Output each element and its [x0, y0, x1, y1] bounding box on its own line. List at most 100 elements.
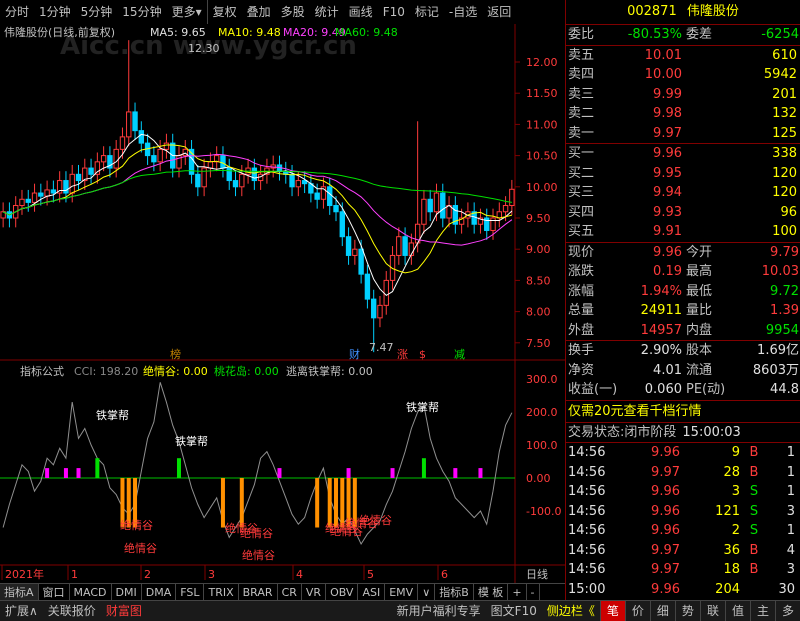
- promo-banner[interactable]: 仅需20元查看千档行情: [566, 401, 800, 423]
- candle-body: [113, 148, 119, 169]
- indicator-tab-7[interactable]: BRAR: [239, 584, 278, 601]
- bid-row-4: 买五 9.91 100: [566, 222, 800, 242]
- indicator-tab-17[interactable]: -: [527, 584, 540, 601]
- quote-value: 1.39: [770, 303, 799, 318]
- quote-value: 14957: [640, 322, 682, 338]
- ask-label: 卖五: [568, 47, 595, 63]
- stock-name: 伟隆股份: [686, 4, 739, 19]
- indicator-axis-label: -100.0: [526, 505, 561, 518]
- tick-price: 9.97: [651, 464, 680, 480]
- candle-body: [50, 189, 57, 194]
- stats-value: 4.01: [653, 362, 682, 378]
- status-bar: 扩展∧ 关联报价 财富图 新用户福利专享 图文F10 侧边栏《笔价细势联值主多: [0, 600, 800, 621]
- indicator-tab-11[interactable]: ASI: [358, 584, 386, 601]
- indicator-tab-4[interactable]: DMA: [142, 584, 177, 601]
- bottom-right-3[interactable]: 势: [674, 601, 700, 621]
- trade-state: 交易状态: 闭市阶段 15:00:03: [566, 423, 800, 443]
- jqg-signal-label: 绝情谷: [242, 548, 275, 562]
- indicator-tab-8[interactable]: CR: [278, 584, 302, 601]
- indicator-tab-2[interactable]: MACD: [70, 584, 112, 601]
- date-label: 3: [208, 568, 215, 581]
- chart-area[interactable]: Aicc.cn www.ygcr.cn 伟隆股份(日线,前复权) MA5: 9.65…: [0, 24, 565, 594]
- candle-body: [239, 173, 245, 188]
- bottom-left-2[interactable]: 财富图: [101, 601, 147, 621]
- bottom-left-1[interactable]: 关联报价: [43, 601, 101, 621]
- indicator-tab-1[interactable]: 窗口: [39, 584, 70, 601]
- toolbar-item-6[interactable]: 叠加: [242, 0, 276, 24]
- bottom-right-4[interactable]: 联: [699, 601, 725, 621]
- date-label: 2: [144, 568, 151, 581]
- quote-row-3: 总量 24911 量比 1.39: [566, 301, 800, 321]
- toolbar-item-11[interactable]: 标记: [410, 0, 444, 24]
- bid-label: 买二: [568, 165, 595, 181]
- toolbar-item-4[interactable]: 更多▾: [167, 0, 207, 24]
- bottom-mid-1[interactable]: 图文F10: [486, 601, 542, 621]
- ask-label: 卖四: [568, 67, 595, 82]
- tick-time: 14:56: [568, 503, 606, 519]
- kline-title: 伟隆股份(日线,前复权): [4, 25, 115, 39]
- bottom-right-5[interactable]: 值: [724, 601, 750, 621]
- toolbar-item-2[interactable]: 5分钟: [76, 0, 118, 24]
- toolbar-item-0[interactable]: 分时: [0, 0, 34, 24]
- bottom-mid-2[interactable]: 侧边栏《: [542, 601, 600, 621]
- event-marker[interactable]: 榜: [170, 347, 181, 361]
- candle-body: [226, 167, 232, 182]
- bid-row-2: 买三 9.94 120: [566, 183, 800, 203]
- toolbar-item-12[interactable]: -自选: [444, 0, 482, 24]
- toolbar-item-7[interactable]: 多股: [276, 0, 310, 24]
- tick-volume: 28: [723, 464, 740, 480]
- indicator-tab-5[interactable]: FSL: [176, 584, 205, 601]
- indicator-tab-3[interactable]: DMI: [112, 584, 142, 601]
- indicator-tab-6[interactable]: TRIX: [204, 584, 239, 601]
- indicator-tab-10[interactable]: OBV: [326, 584, 359, 601]
- toolbar-item-1[interactable]: 1分钟: [34, 0, 76, 24]
- signal-bar-magenta: [346, 468, 351, 478]
- toolbar-item-13[interactable]: 返回: [482, 0, 516, 24]
- tick-row-2: 14:56 9.96 3 S 1: [566, 482, 800, 502]
- indicator-tab-15[interactable]: 模 板: [474, 584, 509, 601]
- bottom-mid-0[interactable]: 新用户福利专享: [392, 601, 486, 621]
- bottom-right-0[interactable]: 笔: [599, 601, 625, 621]
- toolbar-item-3[interactable]: 15分钟: [117, 0, 166, 24]
- indicator-tab-14[interactable]: 指标B: [435, 584, 474, 601]
- quote-value: 10.03: [761, 264, 799, 279]
- ma60-label: MA60: 9.48: [335, 26, 398, 39]
- bottom-right-6[interactable]: 主: [749, 601, 775, 621]
- indicator-tab-16[interactable]: +: [508, 584, 527, 601]
- indicator-tab-13[interactable]: ∨: [418, 584, 436, 601]
- bid-volume: 120: [772, 185, 797, 200]
- stats-value: 1.69亿: [757, 343, 799, 358]
- event-marker[interactable]: 财: [349, 347, 360, 361]
- stats-label: 换手: [568, 343, 595, 358]
- candle-body: [88, 167, 94, 175]
- bottom-right-1[interactable]: 价: [624, 601, 650, 621]
- tlz-label: 逃离铁掌帮: 0.00: [286, 364, 373, 378]
- kline-chart[interactable]: Aicc.cn www.ygcr.cn伟隆股份(日线,前复权) MA5: 9.65…: [0, 24, 565, 584]
- bottom-left-0[interactable]: 扩展∧: [0, 601, 43, 621]
- ask-price: 9.98: [653, 106, 682, 121]
- quote-value: 9.96: [653, 244, 682, 260]
- ask-row-4: 卖一 9.97 125: [566, 124, 800, 144]
- trade-state-label: 交易状态:: [568, 424, 625, 440]
- promo-text: 仅需20元查看千档行情: [568, 403, 702, 419]
- order-ratio-row: 委比 -80.53% 委差 -6254: [566, 25, 800, 46]
- toolbar-item-9[interactable]: 画线: [344, 0, 378, 24]
- bottom-right-7[interactable]: 多: [774, 601, 800, 621]
- indicator-tab-9[interactable]: VR: [302, 584, 327, 601]
- toolbar-item-10[interactable]: F10: [378, 0, 410, 24]
- quote-row-2: 涨幅 1.94% 最低 9.72: [566, 282, 800, 302]
- event-marker[interactable]: 减: [454, 348, 465, 361]
- signal-bar-magenta: [453, 468, 458, 478]
- toolbar-item-8[interactable]: 统计: [310, 0, 344, 24]
- candle-body: [339, 211, 345, 238]
- bottom-right-2[interactable]: 细: [649, 601, 675, 621]
- candle-body: [433, 192, 440, 213]
- toolbar-item-5[interactable]: 复权: [206, 0, 242, 24]
- jqg-signal-label: 绝情谷: [124, 541, 157, 555]
- event-marker[interactable]: 涨: [397, 348, 408, 361]
- thd-label: 桃花岛: 0.00: [214, 364, 279, 378]
- indicator-tab-0[interactable]: 指标A: [0, 584, 39, 601]
- ma10-label: MA10: 9.48: [218, 26, 281, 39]
- indicator-tab-12[interactable]: EMV: [385, 584, 419, 601]
- event-marker[interactable]: $: [419, 348, 426, 361]
